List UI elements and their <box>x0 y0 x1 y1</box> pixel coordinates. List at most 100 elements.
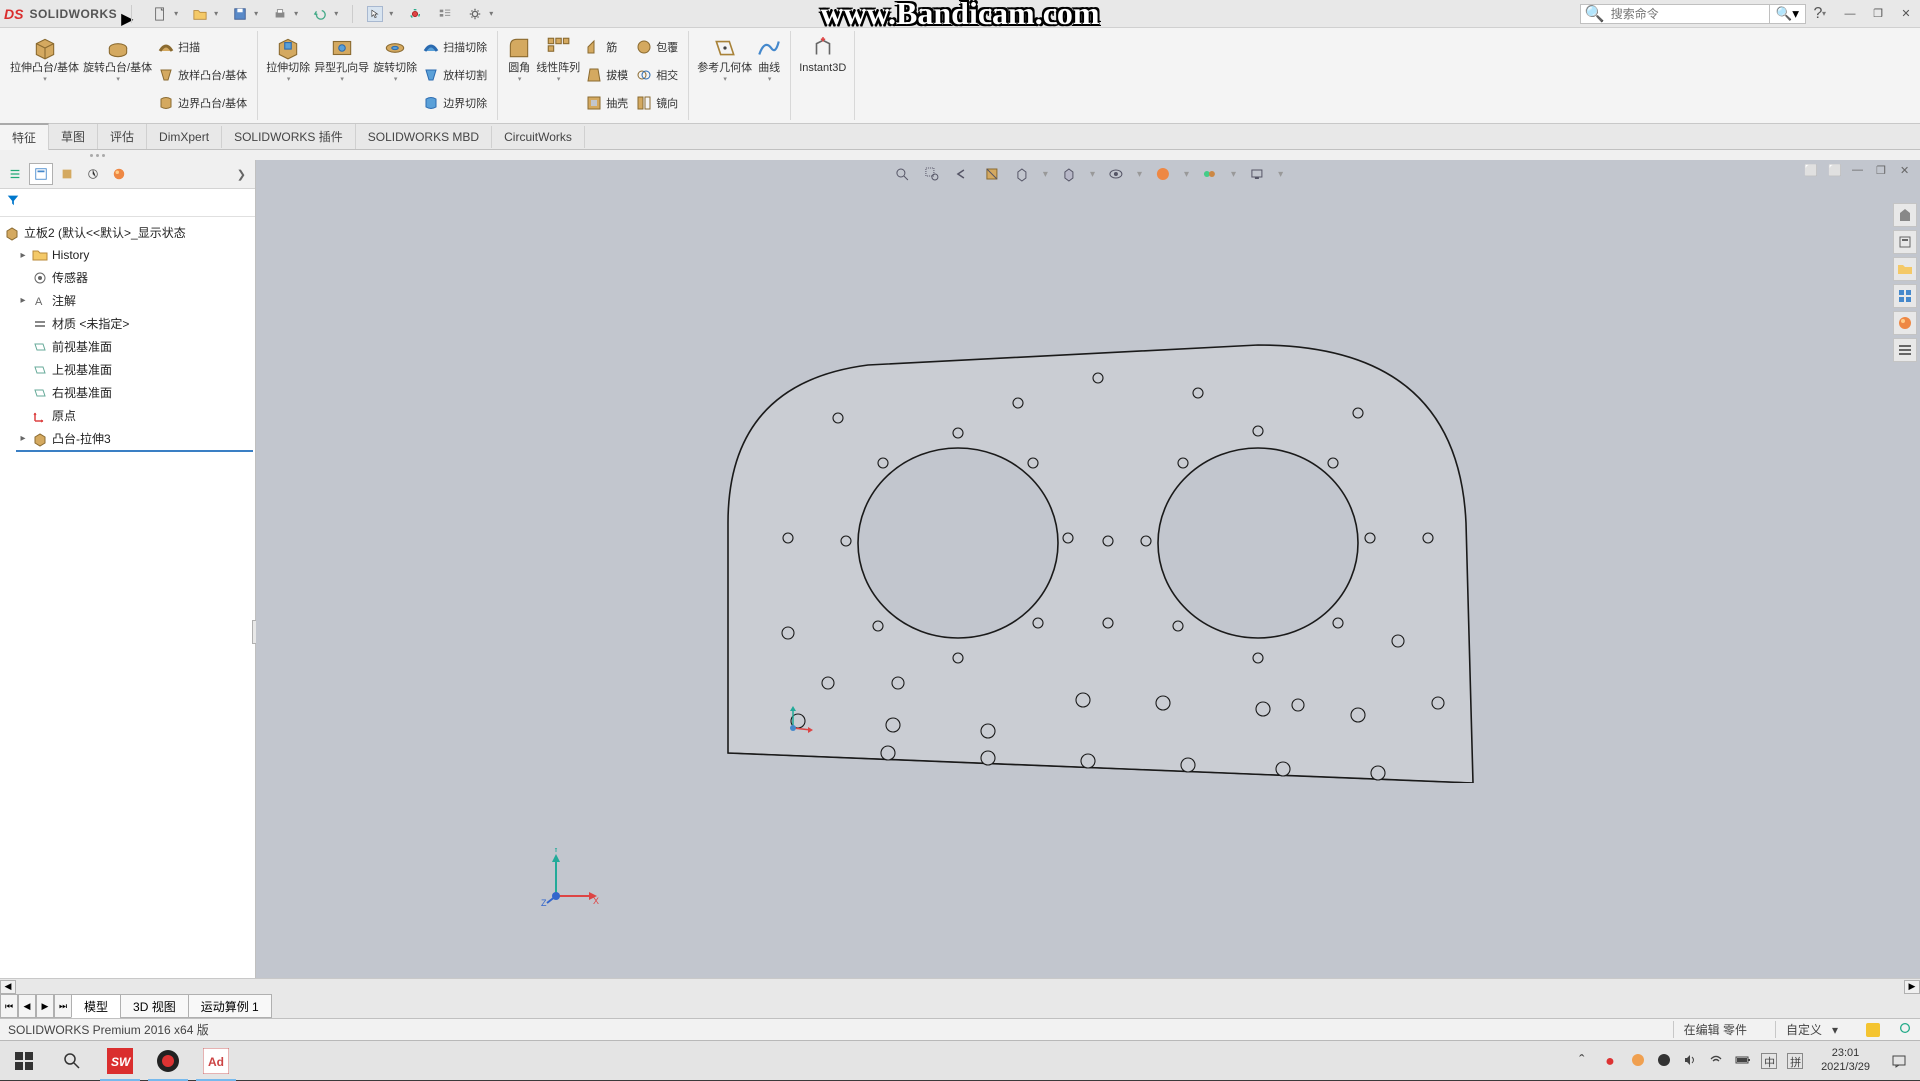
tab-nav-prev[interactable]: ◀ <box>18 994 36 1018</box>
tray-volume-icon[interactable] <box>1683 1053 1699 1069</box>
revolve-cut-button[interactable]: 旋转切除▾ <box>371 33 419 118</box>
tray-ime-2[interactable]: 拼 <box>1787 1053 1803 1069</box>
status-warning-icon[interactable] <box>1866 1023 1880 1037</box>
menu-flyout-arrow[interactable]: ▶ <box>121 9 131 19</box>
design-library-icon[interactable] <box>1893 230 1917 254</box>
tab-nav-next[interactable]: ▶ <box>36 994 54 1018</box>
loft-cut-button[interactable]: 放样切割 <box>419 61 491 89</box>
tab-evaluate[interactable]: 评估 <box>98 124 147 149</box>
view-settings-icon[interactable] <box>1248 165 1266 183</box>
scroll-left[interactable]: ◀ <box>0 980 16 994</box>
tree-sensors[interactable]: 传感器 <box>16 266 253 289</box>
tray-chevron-up-icon[interactable]: ˆ <box>1579 1053 1595 1069</box>
tree-root[interactable]: 立板2 (默认<<默认>_显示状态 <box>2 221 253 244</box>
tray-record-icon[interactable]: ● <box>1605 1053 1621 1069</box>
options-icon[interactable] <box>437 6 453 22</box>
previous-view-icon[interactable] <box>953 165 971 183</box>
minimize-button[interactable]: — <box>1840 6 1860 22</box>
extrude-cut-button[interactable]: 拉伸切除▾ <box>264 33 312 118</box>
custom-props-icon[interactable] <box>1893 338 1917 362</box>
doc-tab-model[interactable]: 模型 <box>71 994 121 1018</box>
tray-app-icon-1[interactable] <box>1631 1053 1647 1069</box>
taskbar-solidworks[interactable]: SW <box>96 1041 144 1081</box>
zoom-area-icon[interactable] <box>923 165 941 183</box>
swept-cut-button[interactable]: 扫描切除 <box>419 33 491 61</box>
start-button[interactable] <box>0 1041 48 1081</box>
apply-scene-icon[interactable] <box>1201 165 1219 183</box>
rib-button[interactable]: 筋 <box>582 33 632 61</box>
zoom-fit-icon[interactable] <box>893 165 911 183</box>
loft-boss-button[interactable]: 放样凸台/基体 <box>154 61 251 89</box>
print-icon[interactable] <box>272 6 288 22</box>
tray-wifi-icon[interactable] <box>1709 1053 1725 1069</box>
taskbar-search-icon[interactable] <box>48 1041 96 1081</box>
search-dropdown-button[interactable]: 🔍▾ <box>1769 5 1805 23</box>
open-file-icon[interactable] <box>192 6 208 22</box>
doc-aux-icon[interactable]: ⬜ <box>1804 164 1818 178</box>
doc-minimize-icon[interactable]: — <box>1852 164 1866 178</box>
tab-nav-last[interactable]: ⏭ <box>54 994 72 1018</box>
close-button[interactable]: ✕ <box>1896 6 1916 22</box>
revolve-boss-button[interactable]: 旋转凸台/基体▾ <box>81 33 154 118</box>
tree-front-plane[interactable]: 前视基准面 <box>16 335 253 358</box>
fillet-button[interactable]: 圆角▾ <box>504 33 534 118</box>
doc-restore-icon[interactable]: ❐ <box>1876 164 1890 178</box>
taskbar-clock[interactable]: 23:01 2021/3/29 <box>1813 1047 1878 1073</box>
appearances-icon[interactable] <box>1893 311 1917 335</box>
tab-features[interactable]: 特征 <box>0 123 49 150</box>
doc-tab-motion[interactable]: 运动算例 1 <box>188 994 272 1018</box>
curves-button[interactable]: 曲线▾ <box>754 33 784 118</box>
doc-tab-3dview[interactable]: 3D 视图 <box>120 994 189 1018</box>
mirror-button[interactable]: 镜向 <box>632 89 682 117</box>
tree-right-plane[interactable]: 右视基准面 <box>16 381 253 404</box>
view-triad[interactable]: Y X Z <box>541 848 601 908</box>
tree-material[interactable]: 材质 <未指定> <box>16 312 253 335</box>
section-view-icon[interactable] <box>983 165 1001 183</box>
tree-origin[interactable]: 原点 <box>16 404 253 427</box>
swept-boss-button[interactable]: 扫描 <box>154 33 251 61</box>
tab-dimxpert[interactable]: DimXpert <box>147 126 222 148</box>
graphics-viewport[interactable]: ▾ ▾ ▾ ▾ ▾ ▾ ⬜ ⬜ — ❐ ✕ <box>256 160 1920 978</box>
taskbar-app-ad[interactable]: Ad <box>192 1041 240 1081</box>
sw-resources-icon[interactable] <box>1893 203 1917 227</box>
notification-center-icon[interactable] <box>1888 1041 1910 1081</box>
edit-appearance-icon[interactable] <box>1154 165 1172 183</box>
tree-annotations[interactable]: ▸A注解 <box>16 289 253 312</box>
hide-show-icon[interactable] <box>1107 165 1125 183</box>
shell-button[interactable]: 抽壳 <box>582 89 632 117</box>
hole-wizard-button[interactable]: 异型孔向导▾ <box>312 33 371 118</box>
filter-icon[interactable] <box>6 194 20 211</box>
undo-icon[interactable] <box>312 6 328 22</box>
view-palette-icon[interactable] <box>1893 284 1917 308</box>
view-orientation-icon[interactable] <box>1013 165 1031 183</box>
tree-history[interactable]: ▸History <box>16 244 253 266</box>
wrap-button[interactable]: 包覆 <box>632 33 682 61</box>
taskbar-bandicam[interactable] <box>144 1041 192 1081</box>
linear-pattern-button[interactable]: 线性阵列▾ <box>534 33 582 118</box>
status-rebuild-icon[interactable] <box>1898 1021 1912 1038</box>
save-icon[interactable] <box>232 6 248 22</box>
ref-geometry-button[interactable]: 参考几何体▾ <box>695 33 754 118</box>
tab-sw-addins[interactable]: SOLIDWORKS 插件 <box>222 124 356 149</box>
status-custom[interactable]: 自定义 ▾ <box>1775 1021 1848 1038</box>
doc-close-icon[interactable]: ✕ <box>1900 164 1914 178</box>
dimxpert-manager-tab[interactable] <box>81 163 105 185</box>
select-icon[interactable] <box>367 6 383 22</box>
display-manager-tab[interactable] <box>107 163 131 185</box>
boundary-cut-button[interactable]: 边界切除 <box>419 89 491 117</box>
tab-circuitworks[interactable]: CircuitWorks <box>492 126 585 148</box>
doc-aux-icon-2[interactable]: ⬜ <box>1828 164 1842 178</box>
boundary-boss-button[interactable]: 边界凸台/基体 <box>154 89 251 117</box>
tab-nav-first[interactable]: ⏮ <box>0 994 18 1018</box>
draft-button[interactable]: 拔模 <box>582 61 632 89</box>
tray-ime-1[interactable]: 中 <box>1761 1053 1777 1069</box>
property-manager-tab[interactable] <box>29 163 53 185</box>
tray-app-icon-2[interactable] <box>1657 1053 1673 1069</box>
rebuild-icon[interactable] <box>407 6 423 22</box>
search-input[interactable] <box>1609 7 1769 21</box>
scroll-right[interactable]: ▶ <box>1904 980 1920 994</box>
new-file-icon[interactable] <box>152 6 168 22</box>
tree-extrude-feature[interactable]: ▸凸台-拉伸3 <box>16 427 253 452</box>
settings-gear-icon[interactable] <box>467 6 483 22</box>
tree-top-plane[interactable]: 上视基准面 <box>16 358 253 381</box>
